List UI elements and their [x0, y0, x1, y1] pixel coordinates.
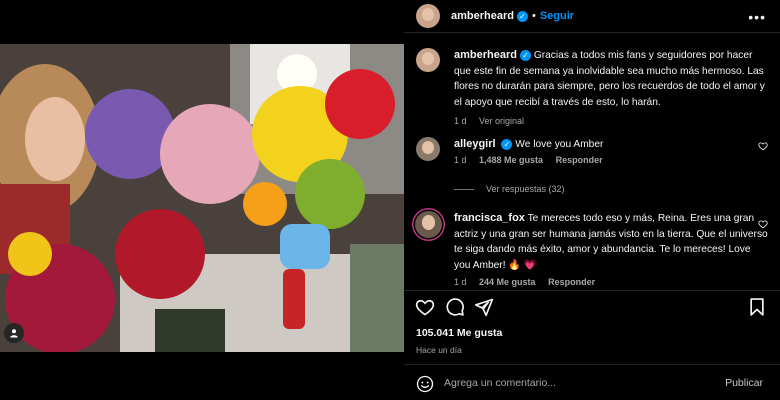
header-separator: •: [531, 10, 536, 22]
like-comment-heart-icon[interactable]: [758, 219, 768, 229]
caption-row: amberheard ✓ Gracias a todos mis fans y s…: [416, 48, 768, 126]
like-comment-heart-icon[interactable]: [758, 141, 768, 151]
paper-plane-icon[interactable]: [474, 297, 494, 317]
commenter-avatar[interactable]: [415, 211, 442, 238]
publish-button[interactable]: Publicar: [725, 377, 763, 389]
comment-body: francisca_fox Te mereces todo eso y más,…: [454, 211, 768, 273]
caption-meta: 1 d Ver original: [454, 116, 768, 126]
tagged-users-button[interactable]: [4, 323, 24, 343]
comment-likes[interactable]: 1,488 Me gusta: [479, 155, 543, 165]
comment-text: We love you Amber: [515, 139, 604, 150]
commenter-avatar[interactable]: [416, 137, 440, 161]
comment-icon[interactable]: [445, 297, 465, 317]
comment-row: francisca_fox Te mereces todo eso y más,…: [415, 211, 768, 287]
verified-badge-icon: ✓: [501, 138, 513, 150]
view-replies-button[interactable]: Ver respuestas (32): [454, 184, 565, 194]
user-tag-icon: [10, 329, 18, 338]
replies-divider-line: [454, 188, 474, 190]
post-like-count[interactable]: 105.041 Me gusta: [416, 327, 502, 339]
post-side-panel: amberheard ✓ • Seguir ••• amberheard ✓ Gr…: [404, 0, 780, 400]
follow-button[interactable]: Seguir: [540, 10, 574, 22]
post-timestamp: Hace un día: [416, 345, 462, 355]
comment-meta: 1 d 244 Me gusta Responder: [454, 277, 768, 287]
bookmark-icon[interactable]: [747, 297, 767, 317]
verified-badge-icon: ✓: [519, 49, 531, 61]
author-username[interactable]: amberheard: [451, 10, 514, 22]
comment-meta: 1 d 1,488 Me gusta Responder: [454, 155, 768, 165]
comment-composer: Publicar: [404, 364, 780, 400]
post-photo[interactable]: [0, 44, 404, 352]
commenter-username[interactable]: alleygirl: [454, 138, 496, 150]
comment-body: alleygirl ✓ We love you Amber: [454, 137, 768, 153]
comment-row: alleygirl ✓ We love you Amber 1 d 1,488 …: [416, 137, 768, 165]
comment-time: 1 d: [454, 154, 467, 165]
caption-avatar[interactable]: [416, 48, 440, 72]
verified-badge-icon: ✓: [516, 10, 528, 22]
caption-body: amberheard ✓ Gracias a todos mis fans y s…: [454, 48, 768, 110]
comment-time: 1 d: [454, 277, 467, 287]
flowers-photo-illustration: [0, 44, 404, 352]
caption-time: 1 d: [454, 116, 467, 126]
commenter-username[interactable]: francisca_fox: [454, 212, 525, 224]
post-actions: 105.041 Me gusta Hace un día: [404, 290, 780, 355]
comments-list[interactable]: amberheard ✓ Gracias a todos mis fans y s…: [404, 33, 780, 290]
comment-likes[interactable]: 244 Me gusta: [479, 277, 536, 287]
smiley-icon[interactable]: [416, 375, 434, 393]
reply-button[interactable]: Responder: [548, 277, 595, 287]
post-header: amberheard ✓ • Seguir •••: [404, 0, 780, 33]
heart-icon[interactable]: [415, 297, 435, 317]
view-replies-label[interactable]: Ver respuestas (32): [486, 184, 565, 194]
post-media[interactable]: [0, 0, 404, 400]
more-options-icon[interactable]: •••: [748, 9, 766, 25]
caption-username[interactable]: amberheard: [454, 49, 517, 61]
comment-input[interactable]: [444, 373, 714, 393]
author-avatar[interactable]: [416, 4, 440, 28]
reply-button[interactable]: Responder: [556, 155, 603, 165]
see-original-link[interactable]: Ver original: [479, 116, 524, 126]
